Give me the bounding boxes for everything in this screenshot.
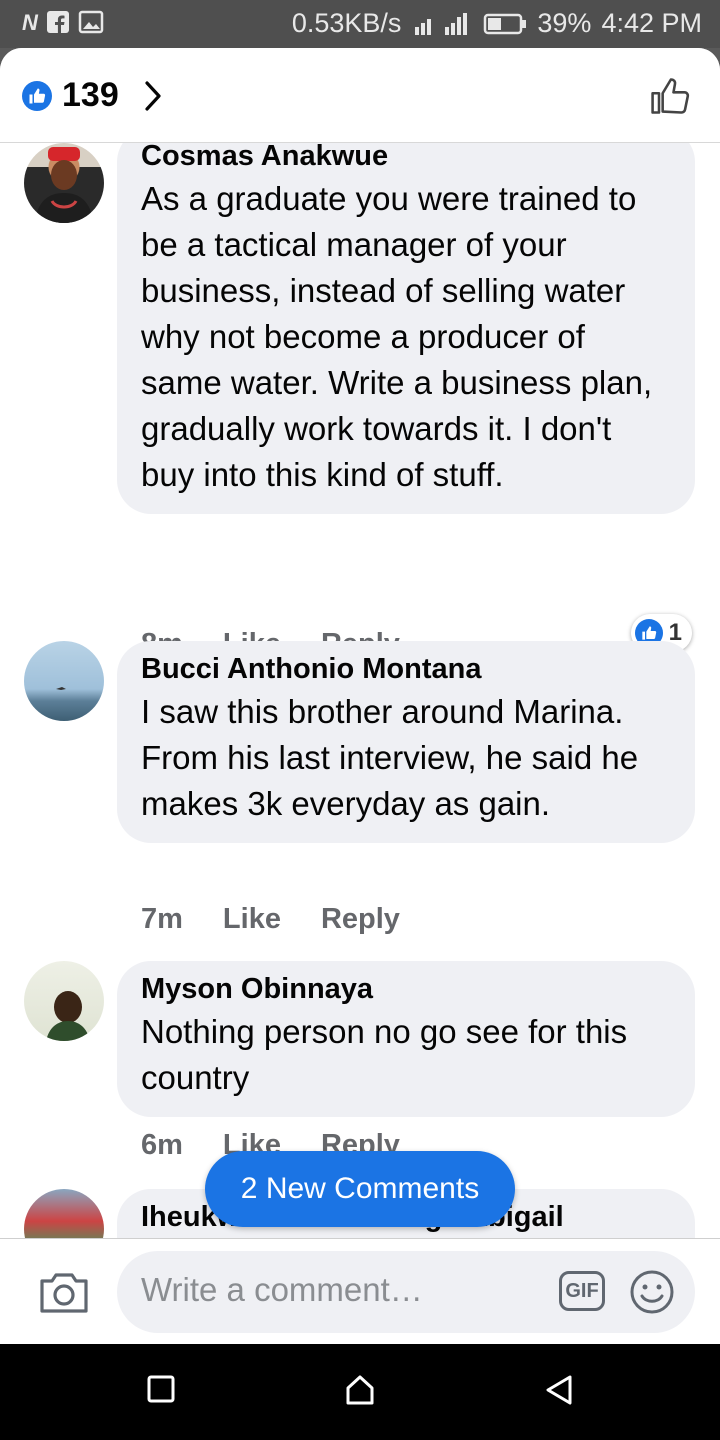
comment-author[interactable]: Myson Obinnaya <box>141 971 671 1007</box>
comment-bubble[interactable]: Myson Obinnaya Nothing person no go see … <box>117 961 695 1117</box>
avatar[interactable] <box>24 641 104 721</box>
avatar[interactable] <box>24 961 104 1041</box>
comment-actions: 7m Like Reply <box>141 903 400 936</box>
comments-sheet: 139 Cosmas Anakwue As a graduate you wer… <box>0 48 720 1344</box>
comment-input-placeholder: Write a comment… <box>141 1271 423 1308</box>
status-bar: N 0.53KB/s 39% 4:42 PM <box>0 0 720 48</box>
battery-percent: 39% <box>537 8 592 38</box>
comment-input[interactable]: Write a comment… GIF <box>117 1251 695 1333</box>
signal-icon <box>415 12 468 35</box>
comment-bubble[interactable]: Cosmas Anakwue As a graduate you were tr… <box>117 143 695 514</box>
like-count: 139 <box>62 76 119 114</box>
comment-like-button[interactable]: Like <box>223 903 281 936</box>
comment-bubble[interactable]: Bucci Anthonio Montana I saw this brothe… <box>117 641 695 843</box>
reactions-header: 139 <box>0 48 720 143</box>
comment-time: 6m <box>141 1129 183 1161</box>
gif-button[interactable]: GIF <box>559 1271 605 1311</box>
avatar[interactable] <box>24 143 104 223</box>
comment-composer: Write a comment… GIF <box>0 1238 720 1344</box>
comment-author[interactable]: Bucci Anthonio Montana <box>141 651 671 687</box>
avatar[interactable] <box>24 1189 104 1238</box>
reactions-summary[interactable]: 139 <box>22 76 163 115</box>
like-post-button[interactable] <box>648 74 692 118</box>
image-notification-icon <box>78 10 104 34</box>
emoji-icon[interactable] <box>629 1269 675 1315</box>
facebook-notification-icon <box>46 11 69 33</box>
comment-list: Cosmas Anakwue As a graduate you were tr… <box>0 143 720 1238</box>
comment-author[interactable]: Cosmas Anakwue <box>141 143 671 174</box>
battery-icon <box>484 13 527 34</box>
system-navigation-bar <box>0 1344 720 1440</box>
chevron-right-icon <box>145 80 161 111</box>
notification-icons: N <box>22 10 104 35</box>
comment-reply-button[interactable]: Reply <box>321 903 400 936</box>
comment-text: As a graduate you were trained to be a t… <box>141 180 653 493</box>
camera-icon[interactable] <box>38 1269 90 1315</box>
new-comments-button[interactable]: 2 New Comments <box>205 1151 515 1227</box>
comment-time: 7m <box>141 903 183 935</box>
network-speed: 0.53KB/s <box>291 8 402 38</box>
back-button[interactable] <box>544 1374 574 1406</box>
nfc-icon: N <box>22 10 38 35</box>
comment-text: I saw this brother around Marina. From h… <box>141 693 639 822</box>
home-button[interactable] <box>344 1374 376 1406</box>
comment-text: Nothing person no go see for this countr… <box>141 1013 628 1096</box>
clock: 4:42 PM <box>601 8 702 38</box>
recents-button[interactable] <box>146 1374 176 1404</box>
like-reaction-icon <box>22 80 52 111</box>
status-right: 0.53KB/s 39% 4:42 PM <box>292 8 702 39</box>
